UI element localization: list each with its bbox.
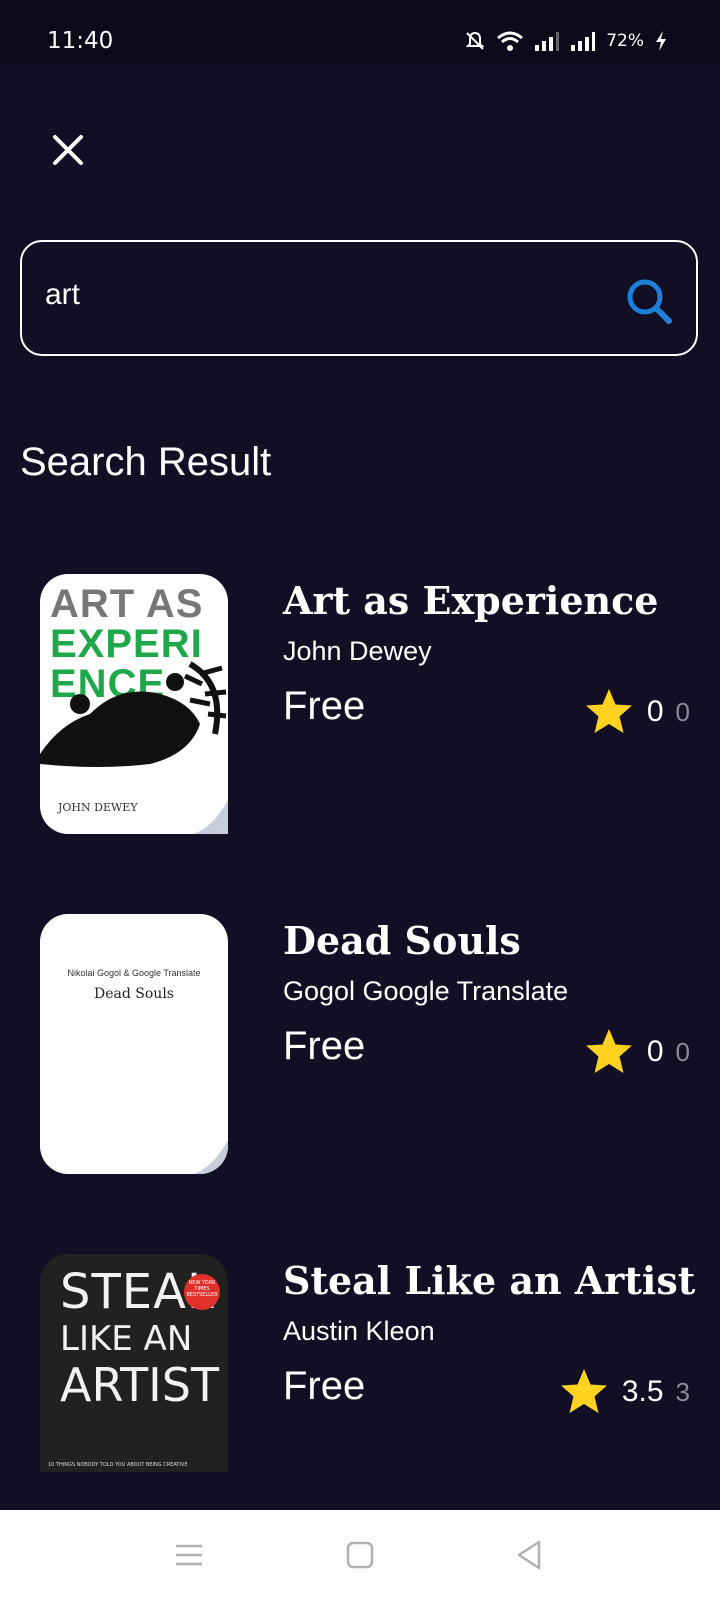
section-title: Search Result: [20, 440, 272, 484]
page-curl-icon: [194, 800, 228, 834]
cover-illustration: [40, 661, 227, 767]
book-cover[interactable]: ART AS EXPERI ENCE JOHN DEWEY: [40, 574, 228, 834]
search-input[interactable]: art: [45, 278, 80, 312]
system-nav-bar: [0, 1510, 720, 1600]
page-curl-icon: [194, 1140, 228, 1174]
cover-text-line: ARTIST: [60, 1358, 220, 1412]
signal-icon-2: [571, 32, 596, 51]
cover-subtitle: 10 THINGS NOBODY TOLD YOU ABOUT BEING CR…: [48, 1462, 188, 1468]
book-price: Free: [283, 684, 366, 728]
signal-icon: [535, 32, 560, 51]
home-icon[interactable]: [343, 1538, 377, 1572]
star-icon: [585, 689, 632, 733]
book-price: Free: [283, 1364, 366, 1408]
charging-icon: [656, 31, 666, 51]
cover-text-line: LIKE AN: [60, 1319, 193, 1359]
book-item[interactable]: STEAL LIKE AN ARTIST NEW YORK TIMES BEST…: [40, 1254, 695, 1514]
book-rating: 0 0: [583, 1026, 690, 1078]
book-author: Gogol Google Translate: [283, 976, 569, 1006]
rating-value: 3.5: [621, 1375, 664, 1408]
rating-value: 0: [646, 1035, 664, 1068]
star-icon: [585, 1029, 632, 1073]
book-title[interactable]: Steal Like an Artist: [283, 1258, 695, 1303]
book-rating: 3.5 3: [558, 1366, 690, 1418]
cover-text-line: ART AS: [50, 582, 204, 626]
battery-level: 72%: [606, 31, 644, 51]
status-bar: 11:40 72%: [0, 0, 720, 64]
book-title[interactable]: Dead Souls: [283, 918, 521, 963]
status-time: 11:40: [47, 28, 114, 54]
book-price: Free: [283, 1024, 366, 1068]
close-button[interactable]: [48, 130, 88, 170]
book-cover[interactable]: Nikolai Gogol & Google Translate Dead So…: [40, 914, 228, 1174]
rating-value: 0: [646, 695, 664, 728]
wifi-icon: [497, 31, 524, 51]
cover-title: Dead Souls: [94, 986, 174, 1002]
book-author: John Dewey: [283, 636, 432, 666]
cover-author: JOHN DEWEY: [58, 801, 138, 814]
search-field[interactable]: art: [20, 240, 698, 356]
star-icon: [560, 1369, 607, 1413]
book-rating: 0 0: [583, 686, 690, 738]
book-cover[interactable]: STEAL LIKE AN ARTIST NEW YORK TIMES BEST…: [40, 1254, 228, 1472]
book-title[interactable]: Art as Experience: [283, 578, 658, 623]
close-icon: [53, 135, 83, 165]
menu-icon[interactable]: [172, 1538, 206, 1572]
rating-count: 3: [675, 1376, 690, 1407]
search-icon[interactable]: [624, 276, 674, 326]
book-item[interactable]: Nikolai Gogol & Google Translate Dead So…: [40, 914, 690, 1174]
book-item[interactable]: ART AS EXPERI ENCE JOHN DEWEY Art as Exp…: [40, 574, 690, 834]
rating-count: 0: [675, 1036, 690, 1067]
bestseller-badge: NEW YORK TIMES BESTSELLER: [184, 1274, 220, 1310]
book-author: Austin Kleon: [283, 1316, 435, 1346]
back-icon[interactable]: [513, 1538, 547, 1572]
status-icons: 72%: [464, 30, 668, 52]
rating-count: 0: [675, 696, 690, 727]
mute-icon: [465, 31, 485, 50]
cover-author: Nikolai Gogol & Google Translate: [67, 968, 201, 978]
